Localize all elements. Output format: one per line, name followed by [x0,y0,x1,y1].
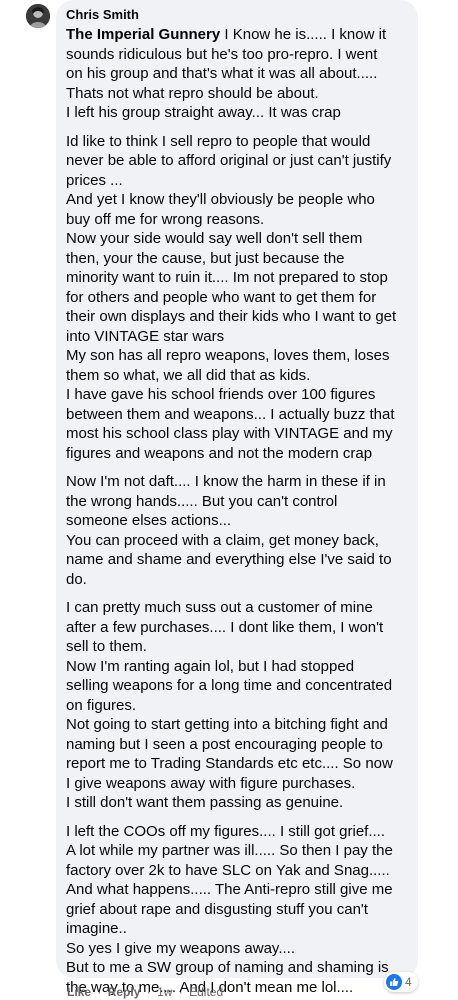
comment-paragraph: I can pretty much suss out a customer of… [66,598,406,813]
separator: · [178,985,183,999]
comment-first-line: The Imperial Gunnery I Know he is..... I… [66,25,406,45]
comment-line: I left his group straight away... It was… [66,104,341,121]
like-icon [386,974,402,990]
comment-actions: Like · Reply · 1w · Edited [67,984,223,1000]
comment-line: prices ... [66,171,123,189]
comment-line: sell to them. [66,638,147,655]
comment-line: I can pretty much suss out a customer of… [66,599,373,616]
avatar[interactable] [26,4,50,28]
comment-line: report me to Trading Standards etc etc..… [66,755,393,772]
comment-line: after a few purchases.... I dont like th… [66,618,384,636]
comment-line: selling weapons for a long time and conc… [66,677,393,694]
comment-line: Now your side would say well don't sell … [66,230,363,247]
separator: · [146,985,151,999]
comment-line: their own displays and their kids who I … [66,308,397,325]
comment-line: do. [66,570,87,588]
avatar-image [26,4,50,28]
comment-line: on figures. [66,696,137,714]
reply-button[interactable]: Reply [108,985,141,999]
comment-line: on his group and that's what it was all … [66,65,378,82]
comment-line: grief about rape and disgusting stuff yo… [66,900,368,918]
reaction-count: 4 [405,975,412,989]
comment-line: most his school class play with VINTAGE … [66,425,393,442]
comment-line: between them and weapons... I actually b… [66,405,395,423]
comment-line: And yet I know they'll obviously be peop… [66,191,375,208]
comment-line: imagine.. [66,920,127,937]
like-button[interactable]: Like [67,985,91,999]
separator: · [97,985,102,999]
comment-line: I left the COOs off my figures.... I sti… [66,822,385,840]
comment-line: Now I'm not daft.... I know the harm in … [66,473,386,490]
edited-label: Edited [189,985,224,999]
comment-line: I still don't want them passing as genui… [66,794,344,811]
comment-line: never be able to afford original or just… [66,152,392,169]
comment-line: And what happens..... The Anti-repro sti… [66,881,393,898]
comment-line: sounds ridiculous but he's too pro-repro… [66,45,378,63]
comment-line: name and shame and everything else I've … [66,551,392,568]
comment-paragraph: Now I'm not daft.... I know the harm in … [66,472,406,589]
comment-line: someone elses actions... [66,512,232,529]
comment-line: Id like to think I sell repro to people … [66,132,371,150]
comment-line: figures and weapons and not the modern c… [66,444,373,462]
comment-line: Thats not what repro should be about. [66,84,319,102]
comment-line: then, your the cause, but just because t… [66,249,345,267]
comment-paragraph: I left the COOs off my figures.... I sti… [66,822,406,1000]
comment-line: My son has all repro weapons, loves them… [66,347,390,364]
comment-line: A lot while my partner was ill..... So t… [66,842,393,859]
mention-link[interactable]: The Imperial Gunnery [66,26,220,43]
comment-line: minority want to ruin it.... Im not prep… [66,269,388,286]
reaction-summary[interactable]: 4 [384,972,418,992]
comment-text: I Know he is..... I know it [220,26,387,43]
comment-line: You can proceed with a claim, get money … [66,531,379,549]
comment-bubble: Chris Smith The Imperial Gunnery I Know … [56,0,418,1000]
comment-line: for others and people who want to get th… [66,288,377,306]
comment-line: buy off me for wrong reasons. [66,210,265,228]
comment-line: So yes I give my weapons away.... [66,939,295,957]
timestamp[interactable]: 1w [157,985,172,999]
comment-paragraph: Id like to think I sell repro to people … [66,132,406,464]
comment-line: But to me a SW group of naming and shami… [66,959,389,976]
comment-paragraph: The Imperial Gunnery I Know he is..... I… [66,25,406,123]
comment-line: I have gave his school friends over 100 … [66,386,376,403]
comment-line: Now I'm ranting again lol, but I had sto… [66,657,355,675]
comment-line: factory over 2k to have SLC on Yak and S… [66,861,390,879]
comment-line: I give weapons away with figure purchase… [66,774,356,792]
comment-line: Not going to start getting into a bitchi… [66,716,388,733]
comment-line: into VINTAGE star wars [66,327,225,345]
comment: Chris Smith The Imperial Gunnery I Know … [0,0,458,1000]
comment-line: them so what, we all did that as kids. [66,366,311,384]
comment-author[interactable]: Chris Smith [66,7,406,23]
comment-line: naming but I seen a post encouraging peo… [66,735,383,753]
comment-line: the wrong hands..... But you can't contr… [66,492,338,510]
